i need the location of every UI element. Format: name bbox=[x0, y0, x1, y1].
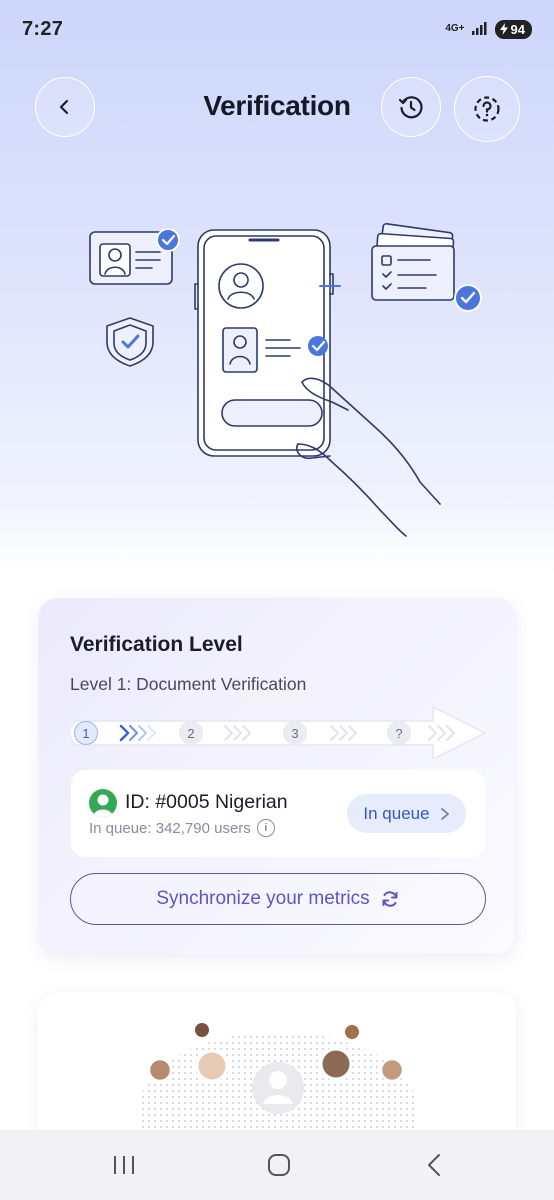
history-icon bbox=[398, 96, 423, 119]
back-icon bbox=[428, 1154, 440, 1176]
step-3: 3 bbox=[283, 721, 307, 745]
in-queue-button[interactable]: In queue bbox=[347, 794, 466, 833]
recent-apps-icon bbox=[114, 1156, 134, 1174]
progress-chevrons-icon bbox=[224, 725, 251, 741]
progress-chevrons-icon bbox=[119, 724, 156, 742]
step-unknown: ? bbox=[387, 721, 411, 745]
card-subtitle: Level 1: Document Verification bbox=[70, 674, 307, 694]
verification-level-card: Verification Level Level 1: Document Ver… bbox=[38, 598, 516, 955]
phone-check-icon bbox=[308, 336, 328, 356]
battery-level: 94 bbox=[510, 21, 525, 37]
system-back-button[interactable] bbox=[414, 1148, 454, 1182]
progress-chevrons-icon bbox=[330, 725, 357, 741]
step-1: 1 bbox=[74, 721, 98, 745]
user-avatar-icon bbox=[93, 794, 113, 817]
sync-label: Synchronize your metrics bbox=[156, 888, 370, 909]
signal-icon bbox=[471, 22, 487, 35]
documents-check-icon bbox=[454, 284, 482, 312]
progress-chevrons-icon bbox=[428, 725, 455, 741]
id-label: ID: #0005 Nigerian bbox=[125, 791, 288, 813]
charging-icon bbox=[499, 23, 508, 35]
home-icon bbox=[268, 1154, 290, 1176]
card-title: Verification Level bbox=[70, 633, 243, 656]
history-button[interactable] bbox=[381, 77, 441, 137]
level-progress: 1 2 3 ? bbox=[71, 703, 491, 759]
check-badge-icon bbox=[156, 228, 180, 252]
info-icon[interactable]: i bbox=[256, 819, 275, 837]
status-time: 7:27 bbox=[22, 17, 64, 40]
help-button[interactable] bbox=[454, 76, 520, 142]
status-icons: 4G+ 94 bbox=[445, 19, 532, 39]
queue-count: In queue: 342,790 users i bbox=[89, 819, 275, 837]
step-2: 2 bbox=[179, 721, 203, 745]
verification-illustration bbox=[89, 222, 482, 537]
chevron-right-icon bbox=[440, 807, 449, 820]
sync-icon bbox=[382, 891, 398, 907]
network-type: 4G+ bbox=[445, 23, 465, 34]
synchronize-metrics-button[interactable]: Synchronize your metrics bbox=[70, 873, 486, 925]
help-circle-icon bbox=[474, 96, 500, 122]
status-bar: 7:27 4G+ 94 bbox=[0, 0, 554, 58]
home-button[interactable] bbox=[259, 1148, 299, 1182]
recent-apps-button[interactable] bbox=[104, 1148, 144, 1182]
id-queue-box: ID: #0005 Nigerian In queue: 342,790 use… bbox=[71, 770, 485, 857]
header: Verification bbox=[0, 76, 554, 142]
in-queue-label: In queue bbox=[363, 803, 430, 823]
avatar bbox=[89, 789, 117, 817]
system-nav-bar bbox=[0, 1130, 554, 1200]
battery-indicator: 94 bbox=[494, 19, 532, 39]
queue-count-text: In queue: 342,790 users bbox=[89, 819, 251, 837]
